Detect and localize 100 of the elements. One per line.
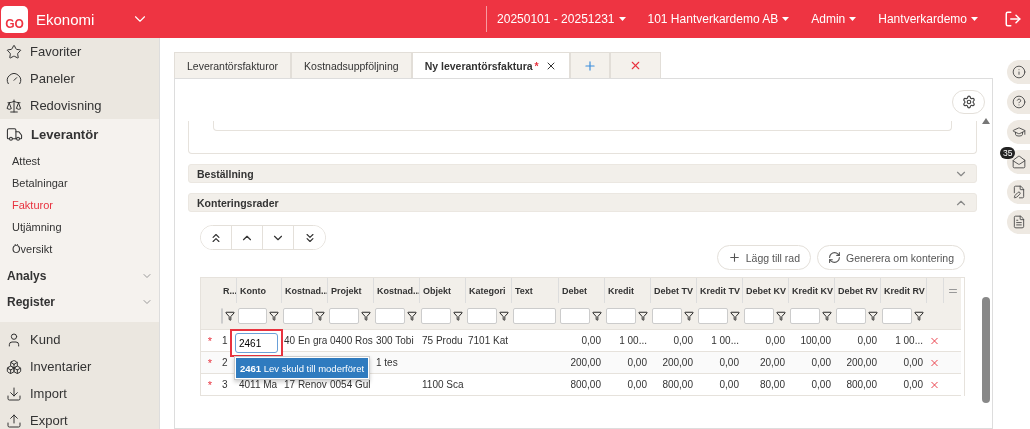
- section-header[interactable]: Beställning: [188, 164, 977, 183]
- column-header[interactable]: Kredit TV: [696, 278, 742, 303]
- logo[interactable]: GO: [1, 5, 28, 33]
- filter-field[interactable]: [790, 308, 820, 324]
- filter-icon[interactable]: [822, 311, 832, 321]
- column-header[interactable]: Kredit KV: [788, 278, 834, 303]
- filter-icon[interactable]: [638, 311, 648, 321]
- column-header[interactable]: Objekt: [419, 278, 465, 303]
- side-tool-button[interactable]: [1007, 90, 1030, 114]
- sidebar-section[interactable]: Register: [0, 289, 159, 315]
- required-mark: *: [207, 356, 213, 369]
- filter-field[interactable]: [421, 308, 451, 324]
- required-mark: *: [207, 378, 213, 391]
- settings-button[interactable]: [952, 90, 985, 114]
- sidebar-section[interactable]: Analys: [0, 263, 159, 289]
- column-header[interactable]: Debet TV: [650, 278, 696, 303]
- filter-field[interactable]: [652, 308, 682, 324]
- filter-icon[interactable]: [776, 311, 786, 321]
- info-icon: [1011, 65, 1026, 79]
- tab[interactable]: Ny leverantörsfaktura *: [411, 52, 570, 78]
- filter-icon[interactable]: [868, 311, 878, 321]
- filter-icon[interactable]: [499, 311, 509, 321]
- section-header[interactable]: Konteringsrader: [188, 193, 977, 212]
- logout-icon[interactable]: [1004, 10, 1022, 28]
- scrollbar-thumb[interactable]: [982, 297, 990, 403]
- move-top-button[interactable]: [201, 226, 232, 249]
- tab[interactable]: Kostnadsuppföljning: [291, 52, 412, 78]
- filter-field[interactable]: [513, 308, 556, 324]
- filter-icon[interactable]: [315, 311, 325, 321]
- sidebar-item[interactable]: Inventarier: [0, 353, 159, 380]
- filter-field[interactable]: [238, 308, 267, 324]
- filter-icon[interactable]: [684, 311, 694, 321]
- filter-field[interactable]: [329, 308, 359, 324]
- sidebar-item[interactable]: Export: [0, 407, 159, 429]
- sidebar-link[interactable]: Fakturor: [0, 194, 159, 216]
- sidebar-link[interactable]: Attest: [0, 150, 159, 172]
- filter-icon[interactable]: [225, 311, 235, 321]
- header-menu[interactable]: Admin: [811, 12, 857, 26]
- truck-icon: [6, 126, 23, 143]
- document-signature-icon: [1011, 185, 1026, 199]
- caret-icon: [618, 17, 626, 21]
- column-header[interactable]: Konto: [236, 278, 281, 303]
- filter-icon[interactable]: [453, 311, 463, 321]
- header-menu[interactable]: 20250101 - 20251231: [497, 12, 626, 26]
- sidebar-item[interactable]: Favoriter: [0, 38, 159, 65]
- column-header[interactable]: Debet: [558, 278, 604, 303]
- account-input[interactable]: 2461: [235, 333, 278, 353]
- filter-field[interactable]: [606, 308, 636, 324]
- caret-icon: [782, 17, 790, 21]
- filter-icon[interactable]: [730, 311, 740, 321]
- scroll-up-arrow[interactable]: [982, 118, 990, 124]
- filter-field[interactable]: [698, 308, 728, 324]
- help-icon: [1011, 95, 1026, 109]
- sidebar-item[interactable]: Import: [0, 380, 159, 407]
- required-mark: *: [207, 334, 213, 347]
- header-menu[interactable]: 101 Hantverkardemo AB: [647, 12, 790, 26]
- filter-icon[interactable]: [361, 311, 371, 321]
- count-badge: 35: [1000, 147, 1016, 159]
- column-header[interactable]: Debet KV: [742, 278, 788, 303]
- plus-icon: [727, 251, 741, 264]
- sidebar-item[interactable]: Redovisning: [0, 92, 159, 119]
- column-header[interactable]: Text: [511, 278, 558, 303]
- mail-icon: [1011, 155, 1026, 169]
- filter-field[interactable]: [836, 308, 866, 324]
- filter-field[interactable]: [283, 308, 313, 324]
- filter-icon[interactable]: [592, 311, 602, 321]
- sidebar-item[interactable]: Leverantör: [0, 121, 159, 148]
- column-header[interactable]: Kredit: [604, 278, 650, 303]
- filter-icon[interactable]: [407, 311, 417, 321]
- column-header[interactable]: Projekt: [327, 278, 373, 303]
- filter-field[interactable]: [560, 308, 590, 324]
- action-button[interactable]: Generera om kontering: [817, 245, 965, 270]
- filter-field[interactable]: [375, 308, 405, 324]
- filter-field[interactable]: [467, 308, 497, 324]
- action-button[interactable]: Lägg till rad: [716, 245, 811, 270]
- filter-field[interactable]: [882, 308, 912, 324]
- side-tool-button[interactable]: [1007, 60, 1030, 84]
- column-header[interactable]: Debet RV: [834, 278, 880, 303]
- column-header[interactable]: R...: [219, 278, 236, 303]
- filter-field[interactable]: [744, 308, 774, 324]
- column-header[interactable]: Kategori: [465, 278, 511, 303]
- header-menu[interactable]: Hantverkardemo: [878, 12, 978, 26]
- column-header[interactable]: Kredit RV: [880, 278, 926, 303]
- filter-icon[interactable]: [914, 311, 924, 321]
- graduation-cap-icon: [1011, 125, 1026, 139]
- download-icon: [6, 385, 22, 402]
- table-cell: 0,00: [604, 352, 650, 374]
- plus-icon: [582, 58, 597, 73]
- filter-icon[interactable]: [269, 311, 279, 321]
- section-label: Register: [7, 295, 56, 309]
- sidebar-link[interactable]: Översikt: [0, 238, 159, 260]
- sidebar-item[interactable]: Paneler: [0, 65, 159, 92]
- tab[interactable]: Leverantörsfakturor: [174, 52, 292, 78]
- sidebar-link[interactable]: Utjämning: [0, 216, 159, 238]
- caret-icon: [849, 17, 857, 21]
- autocomplete-option[interactable]: 2461 Lev skuld till moderföret: [236, 358, 369, 378]
- gauge-icon: [6, 70, 22, 87]
- star-icon: [6, 43, 22, 60]
- sidebar-item[interactable]: Kund: [0, 326, 159, 353]
- sidebar-link[interactable]: Betalningar: [0, 172, 159, 194]
